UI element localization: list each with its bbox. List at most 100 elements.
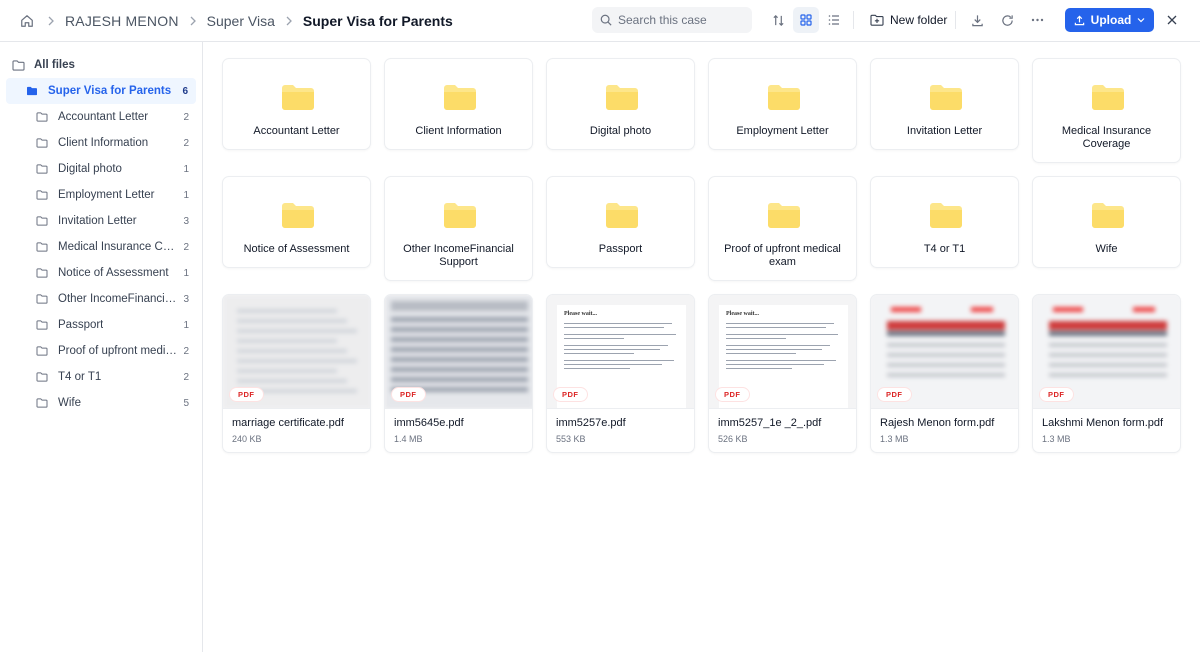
list-view-icon[interactable] [821, 7, 847, 33]
refresh-icon[interactable] [994, 7, 1020, 33]
breadcrumb-item[interactable]: Super Visa [203, 13, 279, 29]
search-icon [600, 14, 612, 26]
file-tile[interactable]: Please wait... PDF imm5257e.pdf 553 KB [546, 294, 695, 453]
sidebar-item-label: T4 or T1 [58, 371, 102, 383]
file-size: 1.4 MB [394, 434, 423, 444]
sidebar-item-count: 1 [183, 189, 189, 201]
sidebar-item-label: Invitation Letter [58, 215, 137, 227]
sidebar-item-label: Proof of upfront medical exam [58, 345, 178, 357]
search-input[interactable] [618, 13, 748, 27]
folder-name: Passport [598, 243, 643, 255]
folder-tile[interactable]: Client Information [384, 58, 533, 150]
breadcrumb-item[interactable]: RAJESH MENON [61, 13, 183, 29]
file-name: imm5257e.pdf [556, 417, 626, 429]
folder-name: Notice of Assessment [243, 243, 350, 255]
folder-name: T4 or T1 [923, 243, 966, 255]
sidebar-item-count: 3 [183, 215, 189, 227]
folder-icon [605, 202, 639, 229]
folder-name: Proof of upfront medical exam [724, 243, 841, 268]
sidebar-item[interactable]: Proof of upfront medical exam 2 [36, 338, 189, 364]
upload-label: Upload [1090, 13, 1132, 27]
file-tile[interactable]: PDF Lakshmi Menon form.pdf 1.3 MB [1032, 294, 1181, 453]
file-tile[interactable]: Please wait... PDF imm5257_1e _2_.pdf 526 K… [708, 294, 857, 453]
sidebar-item-label: Medical Insurance Coverage [58, 241, 178, 253]
folder-outline-icon [36, 345, 50, 357]
folder-outline-icon [36, 163, 50, 175]
file-tile[interactable]: PDF marriage certificate.pdf 240 KB [222, 294, 371, 453]
sidebar-item-super-visa-for-parents[interactable]: Super Visa for Parents 6 [6, 78, 196, 104]
folder-icon [1091, 84, 1125, 111]
folder-tile[interactable]: Accountant Letter [222, 58, 371, 150]
doc-line [726, 364, 824, 365]
folder-plus-icon [870, 14, 884, 26]
sidebar-item[interactable]: Other IncomeFinancial Support 3 [36, 286, 189, 312]
grid-view-icon[interactable] [793, 7, 819, 33]
folder-tile[interactable]: T4 or T1 [870, 176, 1019, 268]
doc-line [564, 338, 624, 339]
chevron-down-icon [1137, 18, 1145, 23]
pdf-badge: PDF [715, 387, 750, 402]
sidebar-item[interactable]: Wife 5 [36, 390, 189, 416]
close-icon[interactable] [1160, 8, 1184, 32]
doc-line [726, 353, 796, 354]
folder-name: Digital photo [589, 125, 652, 137]
sidebar-item[interactable]: Employment Letter 1 [36, 182, 189, 208]
folder-tile[interactable]: Other IncomeFinancial Support [384, 176, 533, 281]
sidebar-item[interactable]: Invitation Letter 3 [36, 208, 189, 234]
folder-icon [281, 84, 315, 111]
upload-button[interactable]: Upload [1065, 8, 1154, 32]
folder-icon [767, 84, 801, 111]
folder-tile[interactable]: Invitation Letter [870, 58, 1019, 150]
breadcrumb-current: Super Visa for Parents [302, 12, 453, 29]
sort-icon[interactable] [765, 7, 791, 33]
folder-name: Wife [1095, 243, 1118, 255]
folder-tile[interactable]: Notice of Assessment [222, 176, 371, 268]
folder-tile[interactable]: Medical Insurance Coverage [1032, 58, 1181, 163]
doc-line [564, 345, 668, 346]
doc-line [564, 364, 662, 365]
pdf-badge: PDF [877, 387, 912, 402]
sidebar-item[interactable]: Accountant Letter 2 [36, 104, 189, 130]
folder-icon [605, 84, 639, 111]
sidebar-item[interactable]: Digital photo 1 [36, 156, 189, 182]
preview-heading: Please wait... [726, 311, 759, 317]
new-folder-button[interactable]: New folder [864, 7, 953, 33]
folder-outline-icon [36, 371, 50, 383]
folder-tile[interactable]: Proof of upfront medical exam [708, 176, 857, 281]
more-options-icon[interactable] [1024, 7, 1050, 33]
search-box[interactable] [592, 7, 752, 33]
sidebar-item[interactable]: Medical Insurance Coverage 2 [36, 234, 189, 260]
doc-line [564, 360, 674, 361]
sidebar-item-count: 1 [183, 267, 189, 279]
sidebar-item[interactable]: Notice of Assessment 1 [36, 260, 189, 286]
sidebar-item-count: 3 [183, 293, 189, 305]
file-tile[interactable]: PDF Rajesh Menon form.pdf 1.3 MB [870, 294, 1019, 453]
folder-name: Other IncomeFinancial Support [403, 243, 514, 268]
download-icon[interactable] [964, 7, 990, 33]
sidebar-item[interactable]: Client Information 2 [36, 130, 189, 156]
sidebar-item[interactable]: T4 or T1 2 [36, 364, 189, 390]
folder-icon [929, 84, 963, 111]
sidebar-item[interactable]: Passport 1 [36, 312, 189, 338]
sidebar-root-label: All files [34, 59, 75, 71]
home-icon[interactable] [13, 7, 41, 35]
file-size: 526 KB [718, 434, 748, 444]
sidebar-item-label: Notice of Assessment [58, 267, 169, 279]
folder-tile[interactable]: Wife [1032, 176, 1181, 268]
doc-line [726, 327, 826, 328]
doc-line [726, 349, 822, 350]
folder-tile[interactable]: Passport [546, 176, 695, 268]
file-tile[interactable]: PDF imm5645e.pdf 1.4 MB [384, 294, 533, 453]
file-size: 1.3 MB [880, 434, 909, 444]
sidebar-item-count: 1 [183, 319, 189, 331]
folder-icon [443, 202, 477, 229]
folder-tile[interactable]: Digital photo [546, 58, 695, 150]
sidebar-item-all-files[interactable]: All files [12, 52, 192, 78]
pdf-badge: PDF [553, 387, 588, 402]
sidebar-item-label: Wife [58, 397, 81, 409]
doc-line [726, 323, 834, 324]
folder-icon [281, 202, 315, 229]
folder-tile[interactable]: Employment Letter [708, 58, 857, 150]
folder-filled-icon [26, 85, 40, 97]
doc-line [564, 323, 672, 324]
